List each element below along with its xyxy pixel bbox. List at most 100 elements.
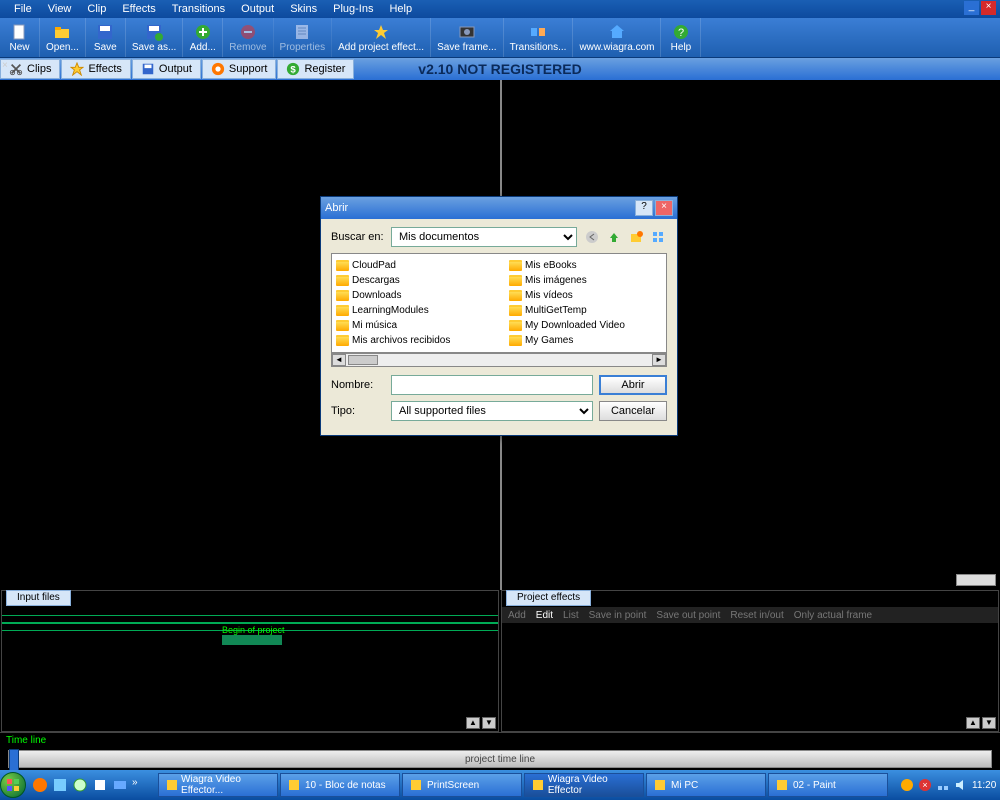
main-toolbar: NewOpen...SaveSave as...Add...RemoveProp… bbox=[0, 18, 1000, 58]
dialog-close-button[interactable]: × bbox=[655, 200, 673, 216]
windows-orb-icon bbox=[0, 772, 26, 798]
toolbar-trans-button[interactable]: Transitions... bbox=[504, 18, 574, 57]
tab-support[interactable]: Support bbox=[202, 59, 277, 79]
disk-icon bbox=[141, 62, 155, 76]
menu-skins[interactable]: Skins bbox=[282, 1, 325, 17]
cancel-button[interactable]: Cancelar bbox=[599, 401, 667, 421]
toolbar-saveas-button[interactable]: Save as... bbox=[126, 18, 183, 57]
file-item[interactable]: Mis imágenes bbox=[509, 273, 659, 287]
dialog-titlebar[interactable]: Abrir ? × bbox=[321, 197, 677, 219]
fx-action-edit[interactable]: Edit bbox=[536, 610, 553, 621]
tray-icon[interactable] bbox=[900, 778, 914, 792]
file-item[interactable]: CloudPad bbox=[336, 258, 486, 272]
file-item[interactable]: LearningModules bbox=[336, 303, 486, 317]
menu-help[interactable]: Help bbox=[381, 1, 420, 17]
file-item[interactable]: Mi música bbox=[336, 318, 486, 332]
menu-plugins[interactable]: Plug-Ins bbox=[325, 1, 381, 17]
fx-action-reset-in-out[interactable]: Reset in/out bbox=[730, 610, 783, 621]
nav-back-icon[interactable] bbox=[583, 228, 601, 246]
fx-action-save-out-point[interactable]: Save out point bbox=[656, 610, 720, 621]
preview-scroll[interactable] bbox=[956, 574, 996, 586]
task-button[interactable]: 02 - Paint bbox=[768, 773, 888, 797]
file-item[interactable]: My Downloaded Video bbox=[509, 318, 659, 332]
toolbar-open-button[interactable]: Open... bbox=[40, 18, 86, 57]
ql-firefox-icon[interactable] bbox=[32, 777, 48, 793]
scroll-down-icon[interactable]: ▼ bbox=[482, 717, 496, 729]
file-item[interactable]: Mis eBooks bbox=[509, 258, 659, 272]
toolbar-home-button[interactable]: www.wiagra.com bbox=[573, 18, 661, 57]
file-item[interactable]: Mis archivos recibidos bbox=[336, 333, 486, 347]
timeline: Time line project time line bbox=[0, 732, 1000, 770]
scroll-thumb[interactable] bbox=[348, 355, 378, 365]
menu-view[interactable]: View bbox=[40, 1, 80, 17]
start-button[interactable] bbox=[0, 770, 26, 800]
fx-action-list[interactable]: List bbox=[563, 610, 579, 621]
toolbar-add-button[interactable]: Add... bbox=[183, 18, 223, 57]
file-item[interactable]: Mis vídeos bbox=[509, 288, 659, 302]
input-track[interactable] bbox=[2, 615, 498, 623]
scroll-down-icon[interactable]: ▼ bbox=[982, 717, 996, 729]
close-panel-icon[interactable]: × bbox=[2, 60, 8, 71]
nav-views-icon[interactable] bbox=[649, 228, 667, 246]
filetype-select[interactable]: All supported files bbox=[391, 401, 593, 421]
project-effects-tab[interactable]: Project effects bbox=[506, 590, 591, 606]
ql-chevron-icon[interactable]: » bbox=[132, 777, 148, 793]
menu-transitions[interactable]: Transitions bbox=[164, 1, 233, 17]
task-button[interactable]: Mi PC bbox=[646, 773, 766, 797]
task-button[interactable]: PrintScreen bbox=[402, 773, 522, 797]
fx-action-only-actual-frame[interactable]: Only actual frame bbox=[794, 610, 872, 621]
task-button[interactable]: Wiagra Video Effector... bbox=[158, 773, 278, 797]
task-button[interactable]: Wiagra Video Effector bbox=[524, 773, 644, 797]
tray-network-icon[interactable] bbox=[936, 778, 950, 792]
tab-effects[interactable]: Effects bbox=[61, 59, 130, 79]
file-list[interactable]: CloudPadDescargasDownloadsLearningModule… bbox=[331, 253, 667, 353]
menu-clip[interactable]: Clip bbox=[79, 1, 114, 17]
scroll-left-icon[interactable]: ◄ bbox=[332, 354, 346, 366]
toolbar-help-button[interactable]: ?Help bbox=[661, 18, 701, 57]
bottom-panels: Input files Begin of project ▲ ▼ Project… bbox=[0, 590, 1000, 732]
file-item[interactable]: Downloads bbox=[336, 288, 486, 302]
dialog-help-button[interactable]: ? bbox=[635, 200, 653, 216]
file-item[interactable]: MultiGetTemp bbox=[509, 303, 659, 317]
folder-icon bbox=[336, 260, 349, 271]
toolbar-new-button[interactable]: New bbox=[0, 18, 40, 57]
nav-newfolder-icon[interactable] bbox=[627, 228, 645, 246]
tray-shield-icon[interactable]: × bbox=[918, 778, 932, 792]
toolbar-save-button[interactable]: Save bbox=[86, 18, 126, 57]
toolbar-frame-button[interactable]: Save frame... bbox=[431, 18, 503, 57]
nav-up-icon[interactable] bbox=[605, 228, 623, 246]
file-list-scrollbar[interactable]: ◄ ► bbox=[331, 353, 667, 367]
task-button[interactable]: 10 - Bloc de notas bbox=[280, 773, 400, 797]
open-button[interactable]: Abrir bbox=[599, 375, 667, 395]
file-item[interactable]: My Games bbox=[509, 333, 659, 347]
file-item[interactable]: Descargas bbox=[336, 273, 486, 287]
toolbar-fx-button[interactable]: Add project effect... bbox=[332, 18, 431, 57]
tab-register[interactable]: $Register bbox=[277, 59, 354, 79]
tray-volume-icon[interactable] bbox=[954, 778, 968, 792]
ql-show-desktop-icon[interactable] bbox=[112, 777, 128, 793]
scroll-up-icon[interactable]: ▲ bbox=[466, 717, 480, 729]
timeline-bar[interactable]: project time line bbox=[8, 750, 992, 768]
input-files-tab[interactable]: Input files bbox=[6, 590, 71, 606]
ql-app-icon[interactable] bbox=[92, 777, 108, 793]
lookin-select[interactable]: Mis documentos bbox=[391, 227, 577, 247]
menu-effects[interactable]: Effects bbox=[114, 1, 163, 17]
clock[interactable]: 11:20 bbox=[972, 780, 996, 791]
window-minimize[interactable]: _ bbox=[964, 1, 979, 15]
fx-action-save-in-point[interactable]: Save in point bbox=[589, 610, 647, 621]
ql-app-icon[interactable] bbox=[52, 777, 68, 793]
tab-clips[interactable]: Clips bbox=[0, 59, 60, 79]
fx-action-add[interactable]: Add bbox=[508, 610, 526, 621]
ql-app-icon[interactable] bbox=[72, 777, 88, 793]
svg-text:?: ? bbox=[678, 27, 684, 39]
tab-output[interactable]: Output bbox=[132, 59, 201, 79]
timeline-handle[interactable] bbox=[9, 749, 19, 771]
scroll-right-icon[interactable]: ► bbox=[652, 354, 666, 366]
menu-output[interactable]: Output bbox=[233, 1, 282, 17]
star-icon bbox=[70, 62, 84, 76]
window-close[interactable]: × bbox=[981, 1, 996, 15]
scroll-up-icon[interactable]: ▲ bbox=[966, 717, 980, 729]
filename-input[interactable] bbox=[391, 375, 593, 395]
begin-of-project-block[interactable] bbox=[222, 635, 282, 645]
menu-file[interactable]: File bbox=[6, 1, 40, 17]
